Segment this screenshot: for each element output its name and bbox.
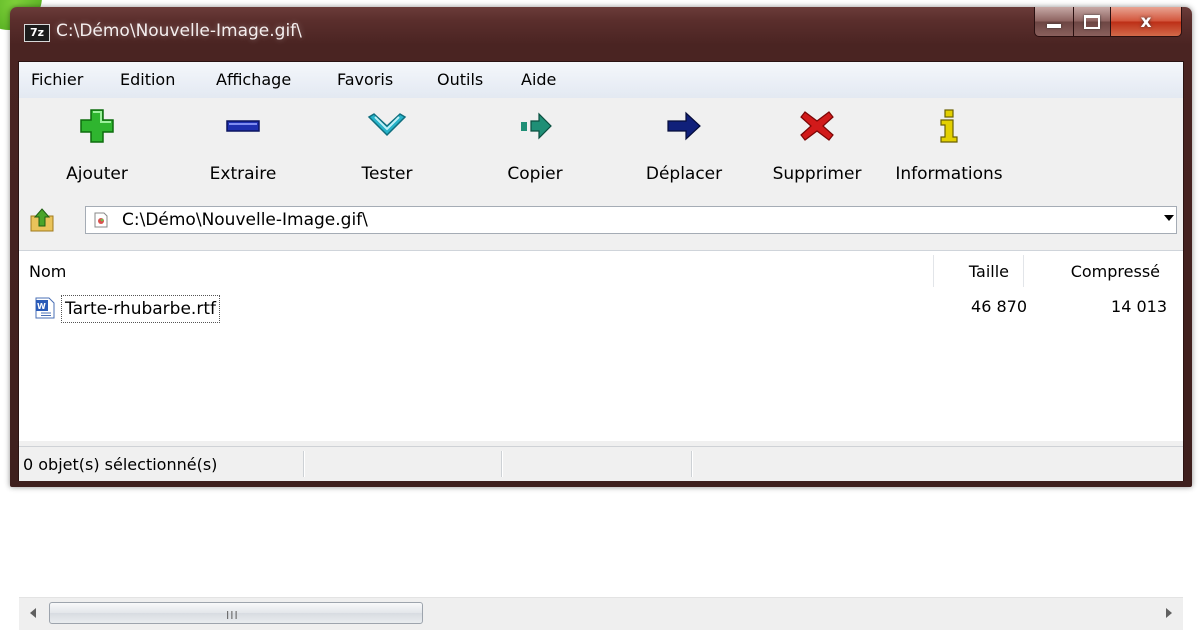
file-list: Nom Taille Compressé W Tarte-rhubarbe.rt… — [19, 250, 1183, 630]
status-separator — [691, 451, 693, 477]
close-icon: x — [1140, 11, 1152, 32]
client-area: Fichier Edition Affichage Favoris Outils… — [18, 61, 1184, 630]
copy-button[interactable]: Copier — [479, 98, 591, 202]
address-field[interactable]: C:\Démo\Nouvelle-Image.gif\ — [85, 206, 1177, 234]
test-label: Tester — [361, 164, 413, 184]
menu-favoris[interactable]: Favoris — [337, 70, 393, 89]
menu-bar: Fichier Edition Affichage Favoris Outils… — [19, 62, 1183, 99]
table-row[interactable]: W Tarte-rhubarbe.rtf 46 870 14 013 — [19, 295, 1183, 323]
menu-affichage[interactable]: Affichage — [216, 70, 291, 89]
address-path: C:\Démo\Nouvelle-Image.gif\ — [122, 210, 368, 230]
minimize-icon — [1047, 24, 1061, 28]
scroll-thumb[interactable]: III — [49, 602, 423, 624]
address-bar: C:\Démo\Nouvelle-Image.gif\ — [19, 202, 1183, 238]
plus-icon — [80, 109, 114, 143]
address-dropdown-icon[interactable] — [1164, 215, 1174, 221]
info-button[interactable]: Informations — [881, 98, 1017, 202]
title-bar[interactable]: 7z C:\Démo\Nouvelle-Image.gif\ x — [10, 7, 1192, 61]
archive-window: 7z C:\Démo\Nouvelle-Image.gif\ x Fichier… — [10, 7, 1192, 630]
file-compressed: 14 013 — [1111, 297, 1167, 316]
delete-button[interactable]: Supprimer — [755, 98, 879, 202]
status-separator — [303, 451, 305, 477]
folder-up-icon[interactable] — [29, 207, 55, 233]
window-controls: x — [1034, 7, 1182, 37]
move-label: Déplacer — [645, 164, 723, 184]
extract-button[interactable]: Extraire — [187, 98, 299, 202]
status-bar: 0 objet(s) sélectionné(s) — [19, 446, 1183, 481]
delete-label: Supprimer — [772, 164, 862, 184]
rtf-document-icon: W — [35, 297, 55, 319]
file-size: 46 870 — [971, 297, 1027, 316]
column-compressed-label: Compressé — [1070, 262, 1160, 281]
arrow-right-icon — [667, 111, 701, 141]
column-compressed-header[interactable]: Compressé — [1023, 251, 1164, 291]
horizontal-scrollbar[interactable]: III — [19, 597, 1183, 630]
add-label: Ajouter — [66, 164, 128, 184]
column-name-label: Nom — [29, 262, 67, 281]
image-file-icon — [94, 212, 108, 228]
scroll-right-icon[interactable] — [1166, 608, 1172, 618]
scroll-grip-icon: III — [226, 609, 239, 622]
status-separator — [501, 451, 503, 477]
menu-edition[interactable]: Edition — [120, 70, 175, 89]
add-button[interactable]: Ajouter — [41, 98, 153, 202]
delete-x-icon — [800, 111, 834, 141]
menu-fichier[interactable]: Fichier — [31, 70, 83, 89]
close-button[interactable]: x — [1111, 7, 1182, 37]
info-icon — [940, 109, 958, 143]
test-button[interactable]: Tester — [331, 98, 443, 202]
column-size-header[interactable]: Taille — [933, 251, 1023, 291]
window-title: C:\Démo\Nouvelle-Image.gif\ — [56, 21, 302, 41]
selection-status: 0 objet(s) sélectionné(s) — [23, 455, 218, 474]
copy-label: Copier — [507, 164, 563, 184]
maximize-button[interactable] — [1074, 7, 1111, 37]
double-arrow-right-icon — [521, 112, 552, 140]
scroll-left-icon[interactable] — [30, 608, 36, 618]
info-label: Informations — [895, 164, 1003, 184]
toolbar: Ajouter Extraire Tester Copier Déplacer … — [19, 98, 1183, 202]
file-name: Tarte-rhubarbe.rtf — [61, 295, 220, 323]
extract-label: Extraire — [209, 164, 277, 184]
column-size-label: Taille — [968, 262, 1009, 281]
menu-outils[interactable]: Outils — [437, 70, 483, 89]
svg-text:W: W — [37, 302, 46, 311]
maximize-icon — [1084, 14, 1100, 29]
move-button[interactable]: Déplacer — [623, 98, 745, 202]
minimize-button[interactable] — [1034, 7, 1074, 37]
app-icon[interactable]: 7z — [24, 24, 50, 42]
minus-icon — [226, 120, 260, 132]
check-chevron-icon — [367, 113, 407, 137]
menu-aide[interactable]: Aide — [521, 70, 556, 89]
column-name-header[interactable]: Nom — [19, 251, 933, 291]
